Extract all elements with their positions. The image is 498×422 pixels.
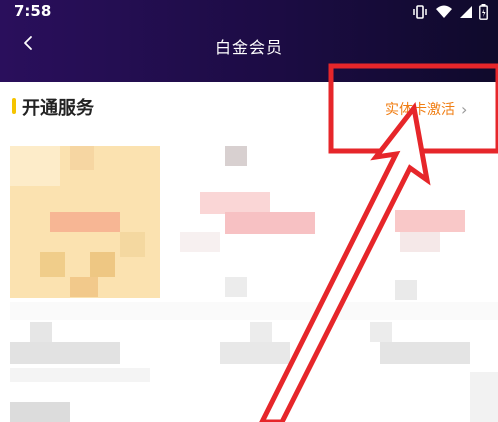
mosaic-block: [90, 252, 115, 277]
vibrate-icon: [413, 5, 427, 19]
mosaic-block: [50, 212, 120, 232]
mosaic-block: [120, 232, 145, 257]
section-header: 开通服务 实体卡激活 ›: [0, 82, 498, 132]
mosaic-block: [220, 342, 290, 364]
mosaic-block: [400, 152, 422, 172]
mosaic-block: [10, 402, 70, 422]
card-activation-label: 实体卡激活: [385, 102, 455, 118]
mosaic-block: [10, 342, 120, 364]
status-bar: 7:58: [0, 0, 498, 26]
mosaic-block: [380, 342, 470, 364]
status-time: 7:58: [14, 2, 52, 20]
accent-bar: [12, 98, 16, 114]
mosaic-block: [10, 302, 498, 320]
mosaic-block: [395, 280, 417, 300]
mosaic-block: [10, 146, 60, 186]
header: 7:58 白金会员: [0, 0, 498, 82]
page-title: 白金会员: [214, 38, 283, 57]
mosaic-block: [70, 146, 94, 170]
mosaic-block: [470, 372, 498, 422]
mosaic-block: [250, 322, 272, 342]
mosaic-block: [370, 322, 392, 342]
mosaic-block: [400, 232, 440, 252]
mosaic-block: [180, 232, 220, 252]
obscured-content: [0, 132, 498, 422]
mosaic-block: [40, 252, 65, 277]
chevron-right-icon: ›: [461, 99, 468, 119]
battery-icon: [479, 4, 488, 20]
mosaic-block: [225, 277, 247, 297]
wifi-icon: [436, 5, 452, 18]
mosaic-block: [225, 146, 247, 166]
mosaic-block: [10, 368, 150, 382]
nav-bar: 白金会员: [0, 26, 498, 82]
mosaic-block: [70, 277, 98, 297]
status-icons: [411, 4, 488, 20]
mosaic-block: [30, 322, 52, 342]
section-title: 开通服务: [22, 98, 94, 119]
mosaic-block: [395, 210, 465, 232]
card-activation-link[interactable]: 实体卡激活 ›: [385, 99, 467, 119]
mosaic-block: [225, 212, 315, 234]
signal-icon: [460, 6, 472, 18]
mosaic-block: [200, 192, 270, 214]
